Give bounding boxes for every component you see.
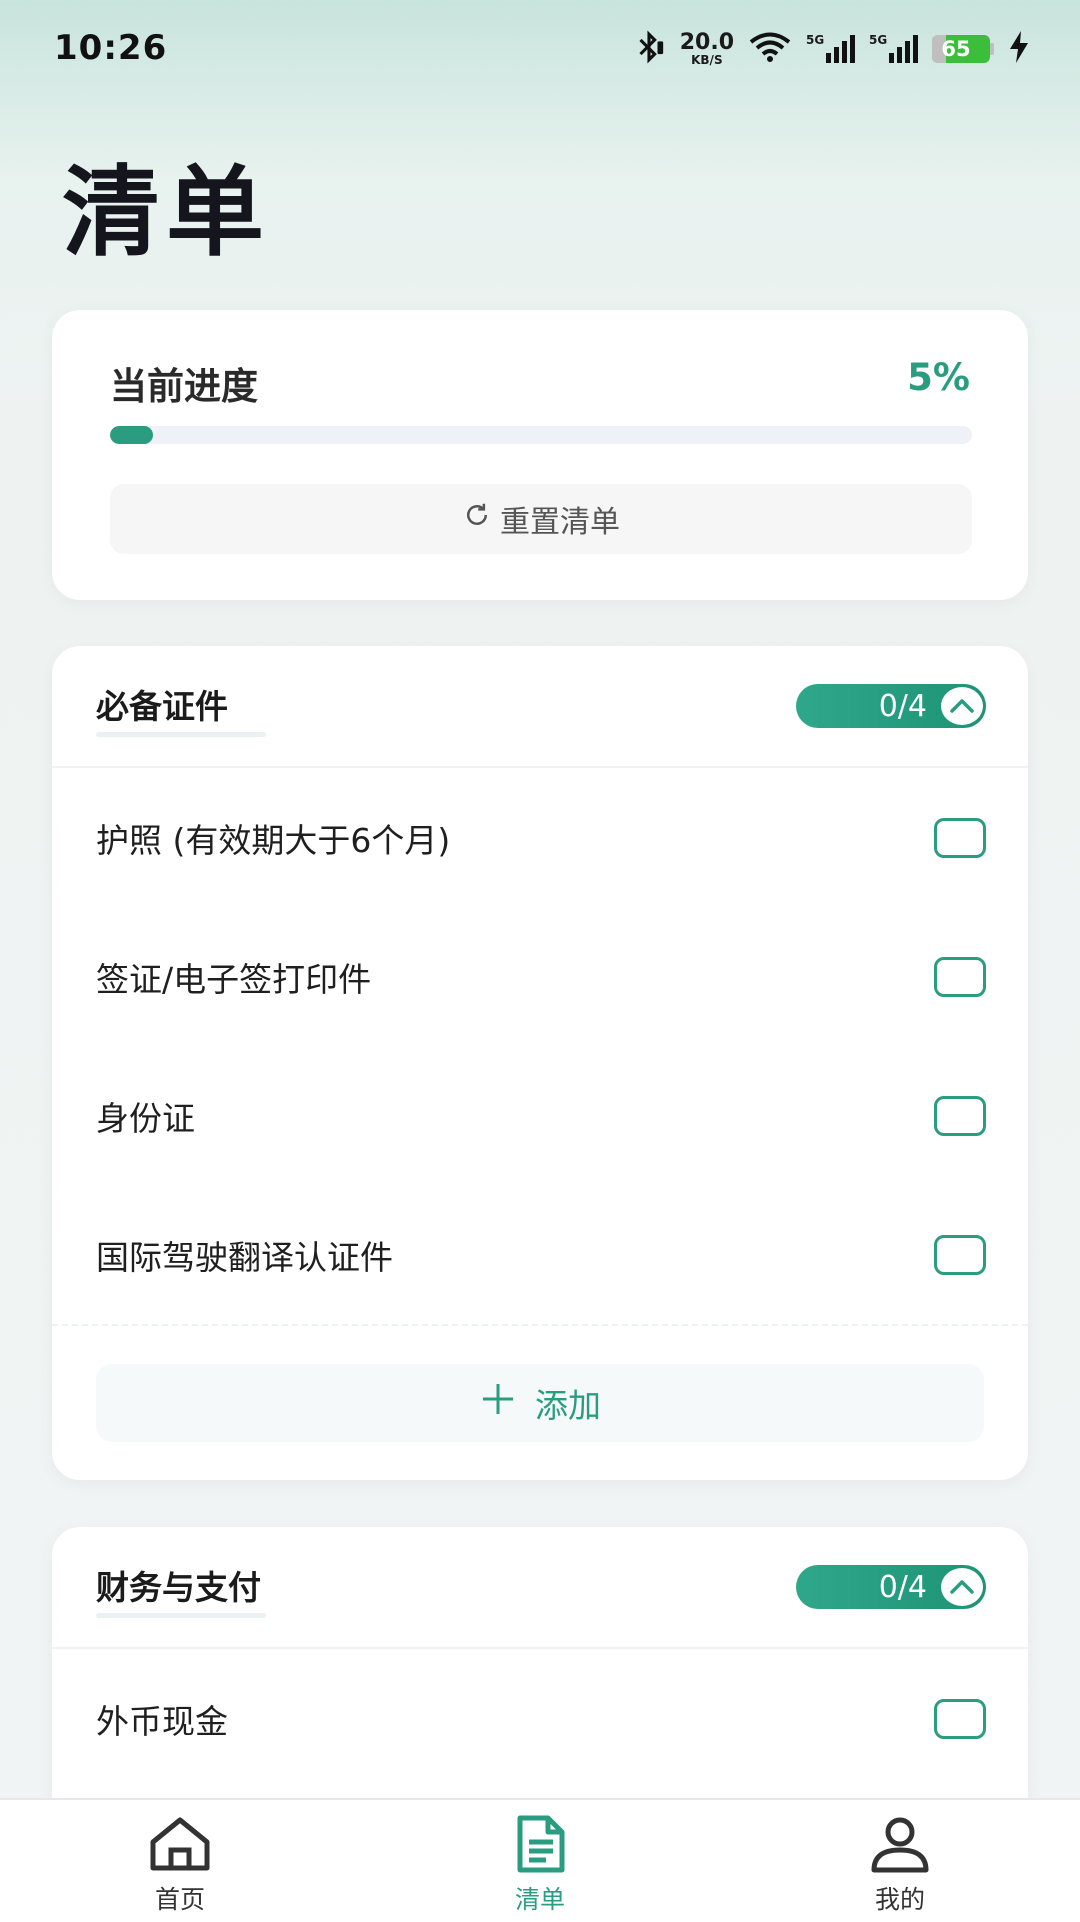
checklist-checkbox[interactable] (934, 956, 986, 997)
checklist-item[interactable]: 外币现金 (52, 1649, 1028, 1788)
bluetooth-icon (632, 30, 666, 68)
progress-bar-fill (110, 426, 154, 444)
progress-bar (110, 426, 972, 444)
checklist-checkbox[interactable] (934, 817, 986, 858)
checklist-item[interactable]: 护照 (有效期大于6个月) (52, 768, 1028, 907)
signal-5g-1: 5G (806, 33, 855, 63)
checklist-item[interactable]: 国际驾驶翻译认证件 (52, 1185, 1028, 1324)
category-collapse-toggle[interactable]: 0/4 (796, 1565, 986, 1609)
bottom-navigation: 首页 清单 我的 (0, 1798, 1080, 1922)
checklist-icon (510, 1814, 570, 1878)
checklist-checkbox[interactable] (934, 1698, 986, 1739)
checklist-item-label: 签证/电子签打印件 (96, 959, 372, 999)
reset-list-button[interactable]: 重置清单 (110, 484, 972, 554)
category-card-documents: 必备证件 0/4 护照 (有效期大于6个月) 签证/电子签打印件 身份证 国际驾… (52, 646, 1028, 1480)
add-item-label: 添加 (535, 1386, 601, 1425)
nav-home-label: 首页 (154, 1885, 205, 1914)
checklist-item-label: 身份证 (96, 1098, 195, 1138)
category-count: 0/4 (878, 688, 927, 724)
charging-icon (1008, 31, 1030, 67)
checklist-item-label: 外币现金 (96, 1701, 228, 1741)
checklist-checkbox[interactable] (934, 1234, 986, 1275)
status-time: 10:26 (54, 28, 168, 68)
page-title: 清单 (62, 156, 271, 270)
category-header: 财务与支付 0/4 (52, 1527, 1028, 1649)
category-collapse-toggle[interactable]: 0/4 (796, 684, 986, 728)
battery-icon: 65 (932, 35, 994, 63)
chevron-up-icon (941, 1568, 983, 1606)
nav-checklist-label: 清单 (514, 1885, 565, 1914)
category-title: 必备证件 (96, 687, 228, 726)
refresh-icon (462, 500, 492, 538)
home-icon (145, 1814, 215, 1878)
nav-profile-label: 我的 (874, 1885, 925, 1914)
wifi-icon (748, 31, 792, 67)
category-header: 必备证件 0/4 (52, 646, 1028, 768)
reset-list-label: 重置清单 (500, 505, 620, 540)
status-bar: 10:26 20.0 KB/S 5G 5G 65 (0, 0, 1080, 104)
add-item-button[interactable]: 添加 (96, 1364, 984, 1442)
nav-checklist[interactable]: 清单 (360, 1800, 720, 1922)
progress-card: 当前进度 5% 重置清单 (52, 310, 1028, 600)
profile-icon (868, 1814, 932, 1878)
category-title-underline (96, 1613, 266, 1618)
progress-label: 当前进度 (110, 365, 258, 408)
signal-bars-icon (889, 35, 918, 63)
checklist-item[interactable]: 身份证 (52, 1046, 1028, 1185)
nav-profile[interactable]: 我的 (720, 1800, 1080, 1922)
network-speed: 20.0 KB/S (679, 30, 734, 67)
checklist-item[interactable]: 签证/电子签打印件 (52, 907, 1028, 1046)
chevron-up-icon (941, 687, 983, 725)
nav-home[interactable]: 首页 (0, 1800, 360, 1922)
category-title: 财务与支付 (96, 1568, 261, 1607)
category-count: 0/4 (878, 1569, 927, 1605)
progress-percent: 5% (907, 356, 970, 399)
signal-5g-2: 5G (869, 33, 918, 63)
plus-icon (479, 1380, 517, 1426)
checklist-checkbox[interactable] (934, 1095, 986, 1136)
signal-bars-icon (826, 35, 855, 63)
checklist-item-label: 护照 (有效期大于6个月) (96, 820, 451, 860)
status-icons: 20.0 KB/S 5G 5G 65 (632, 30, 1030, 68)
divider (52, 1324, 1028, 1326)
checklist-item-label: 国际驾驶翻译认证件 (96, 1237, 393, 1277)
category-title-underline (96, 732, 266, 737)
